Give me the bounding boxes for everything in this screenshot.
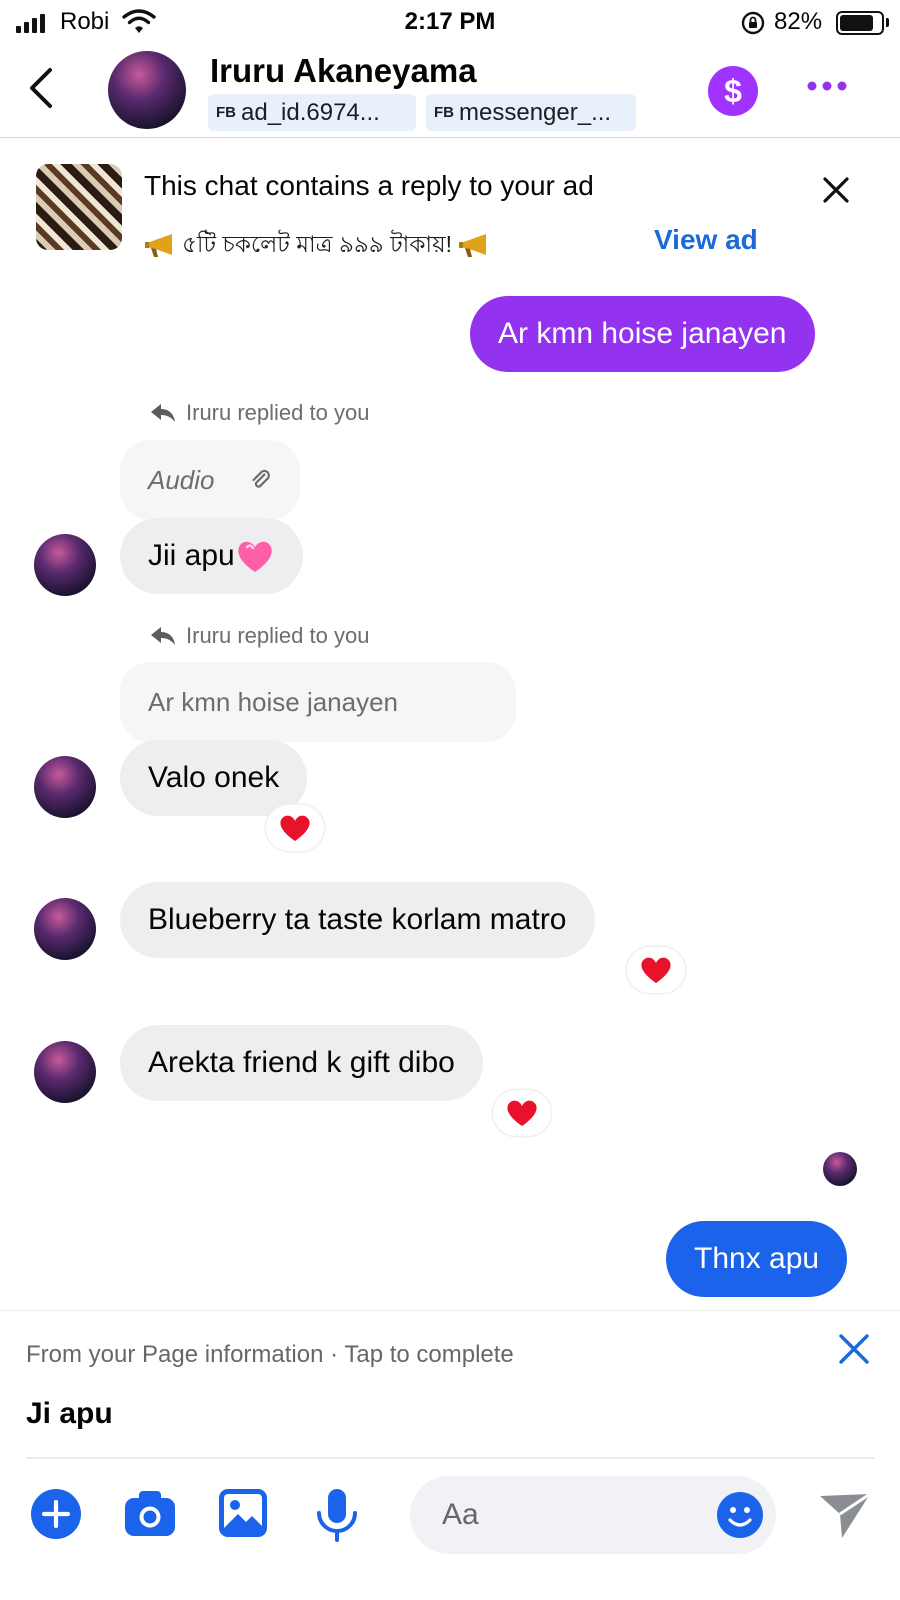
status-bar: Robi 2:17 PM 82% xyxy=(0,0,900,46)
chevron-left-icon xyxy=(30,68,52,108)
reply-arrow-icon xyxy=(151,404,175,422)
outgoing-message[interactable]: Thnx apu xyxy=(666,1221,848,1297)
add-button[interactable] xyxy=(30,1488,82,1545)
divider xyxy=(26,1457,874,1459)
camera-icon xyxy=(125,1491,175,1536)
reaction-badge[interactable] xyxy=(266,805,324,851)
incoming-message[interactable]: Jii apu xyxy=(120,518,303,594)
sender-avatar[interactable] xyxy=(34,898,96,960)
quoted-message[interactable]: Ar kmn hoise janayen xyxy=(120,662,516,742)
voice-button[interactable] xyxy=(315,1488,359,1547)
dollar-icon: $ xyxy=(724,72,742,109)
contact-name[interactable]: Iruru Akaneyama xyxy=(210,52,477,90)
back-button[interactable] xyxy=(24,66,56,115)
heart-icon xyxy=(507,1100,537,1126)
ad-banner-title: This chat contains a reply to your ad xyxy=(144,170,594,201)
battery-icon xyxy=(836,11,884,35)
send-icon xyxy=(820,1492,871,1538)
microphone-icon xyxy=(317,1489,357,1542)
sparkling-heart-icon xyxy=(238,541,272,572)
outgoing-message[interactable]: Ar kmn hoise janayen xyxy=(470,296,815,372)
reply-indicator: Iruru replied to you xyxy=(150,400,369,426)
reply-indicator-text: Iruru replied to you xyxy=(186,400,370,425)
quoted-message[interactable]: Audio xyxy=(120,440,300,520)
image-icon xyxy=(219,1489,267,1537)
battery-cap xyxy=(886,18,889,27)
send-button[interactable] xyxy=(818,1492,872,1545)
message-text: Jii apu xyxy=(148,539,235,572)
emoji-button[interactable] xyxy=(716,1491,764,1544)
close-icon xyxy=(839,1334,869,1364)
sender-avatar[interactable] xyxy=(34,756,96,818)
chip-label: ad_id.6974... xyxy=(241,98,380,126)
seen-receipt-avatar xyxy=(823,1152,857,1186)
dismiss-suggestion-button[interactable] xyxy=(838,1333,870,1370)
ad-id-chip[interactable]: FB ad_id.6974... xyxy=(208,94,416,131)
incoming-message[interactable]: Valo onek xyxy=(120,740,308,816)
chip-prefix: FB xyxy=(216,104,236,121)
chip-prefix: FB xyxy=(434,104,454,121)
megaphone-icon xyxy=(459,233,487,257)
chip-label: messenger_... xyxy=(459,98,612,126)
view-ad-link[interactable]: View ad xyxy=(654,224,758,256)
reaction-badge[interactable] xyxy=(627,947,685,993)
camera-button[interactable] xyxy=(123,1488,177,1543)
reply-arrow-icon xyxy=(151,627,175,645)
messenger-chip[interactable]: FB messenger_... xyxy=(426,94,636,131)
suggestion-label[interactable]: From your Page information · Tap to comp… xyxy=(26,1341,514,1369)
reaction-badge[interactable] xyxy=(493,1090,551,1136)
ad-banner-subtitle: ৫টি চকলেট মাত্র ৯৯৯ টাকায়! xyxy=(144,226,490,265)
sender-avatar[interactable] xyxy=(34,534,96,596)
close-ad-banner-button[interactable] xyxy=(822,176,850,209)
plus-icon xyxy=(31,1489,81,1539)
smiley-icon xyxy=(717,1492,763,1538)
heart-icon xyxy=(641,957,671,983)
gallery-button[interactable] xyxy=(218,1488,268,1543)
quoted-text: Audio xyxy=(148,464,215,495)
quoted-text: Ar kmn hoise janayen xyxy=(148,686,399,717)
more-icon xyxy=(807,81,847,91)
close-icon xyxy=(823,177,849,203)
heart-icon xyxy=(280,815,310,841)
payment-button[interactable]: $ xyxy=(708,66,758,116)
rotation-lock-icon xyxy=(740,10,766,41)
chat-header: Iruru Akaneyama FB ad_id.6974... FB mess… xyxy=(0,46,900,138)
paperclip-icon xyxy=(251,469,270,488)
more-options-button[interactable] xyxy=(806,79,848,98)
ad-offer-text: ৫টি চকলেট মাত্র ৯৯৯ টাকায়! xyxy=(182,231,453,257)
megaphone-icon xyxy=(145,233,172,257)
sender-avatar[interactable] xyxy=(34,1041,96,1103)
incoming-message[interactable]: Arekta friend k gift dibo xyxy=(120,1025,483,1101)
reply-indicator-text: Iruru replied to you xyxy=(186,623,370,648)
reply-indicator: Iruru replied to you xyxy=(150,623,369,649)
suggested-reply[interactable]: Ji apu xyxy=(26,1397,113,1431)
ad-thumbnail[interactable] xyxy=(36,164,122,250)
incoming-message[interactable]: Blueberry ta taste korlam matro xyxy=(120,882,595,958)
avatar[interactable] xyxy=(108,51,186,129)
battery-percent: 82% xyxy=(774,8,823,35)
suggested-reply-panel: From your Page information · Tap to comp… xyxy=(0,1310,900,1460)
